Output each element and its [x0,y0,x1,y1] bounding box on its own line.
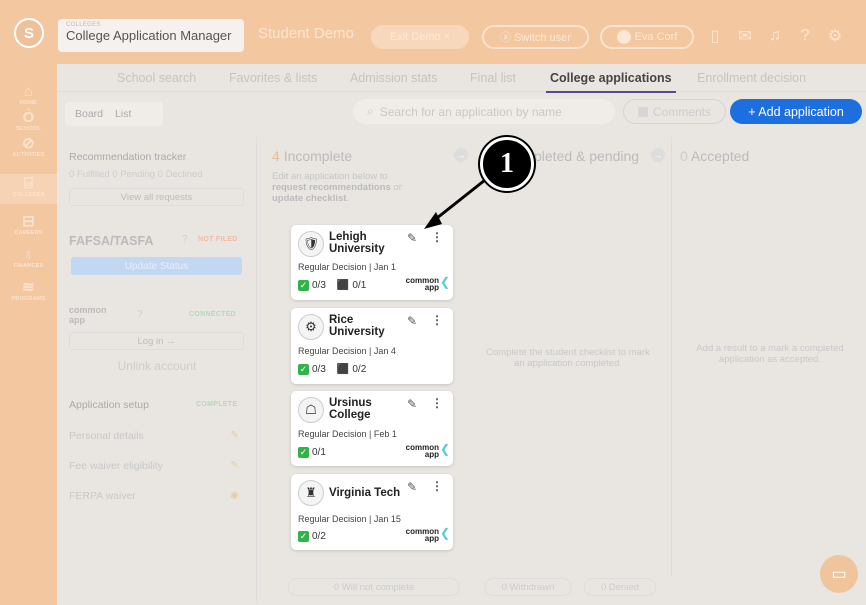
callout-arrow [424,178,486,229]
step-callout-badge: 1 [480,137,534,191]
